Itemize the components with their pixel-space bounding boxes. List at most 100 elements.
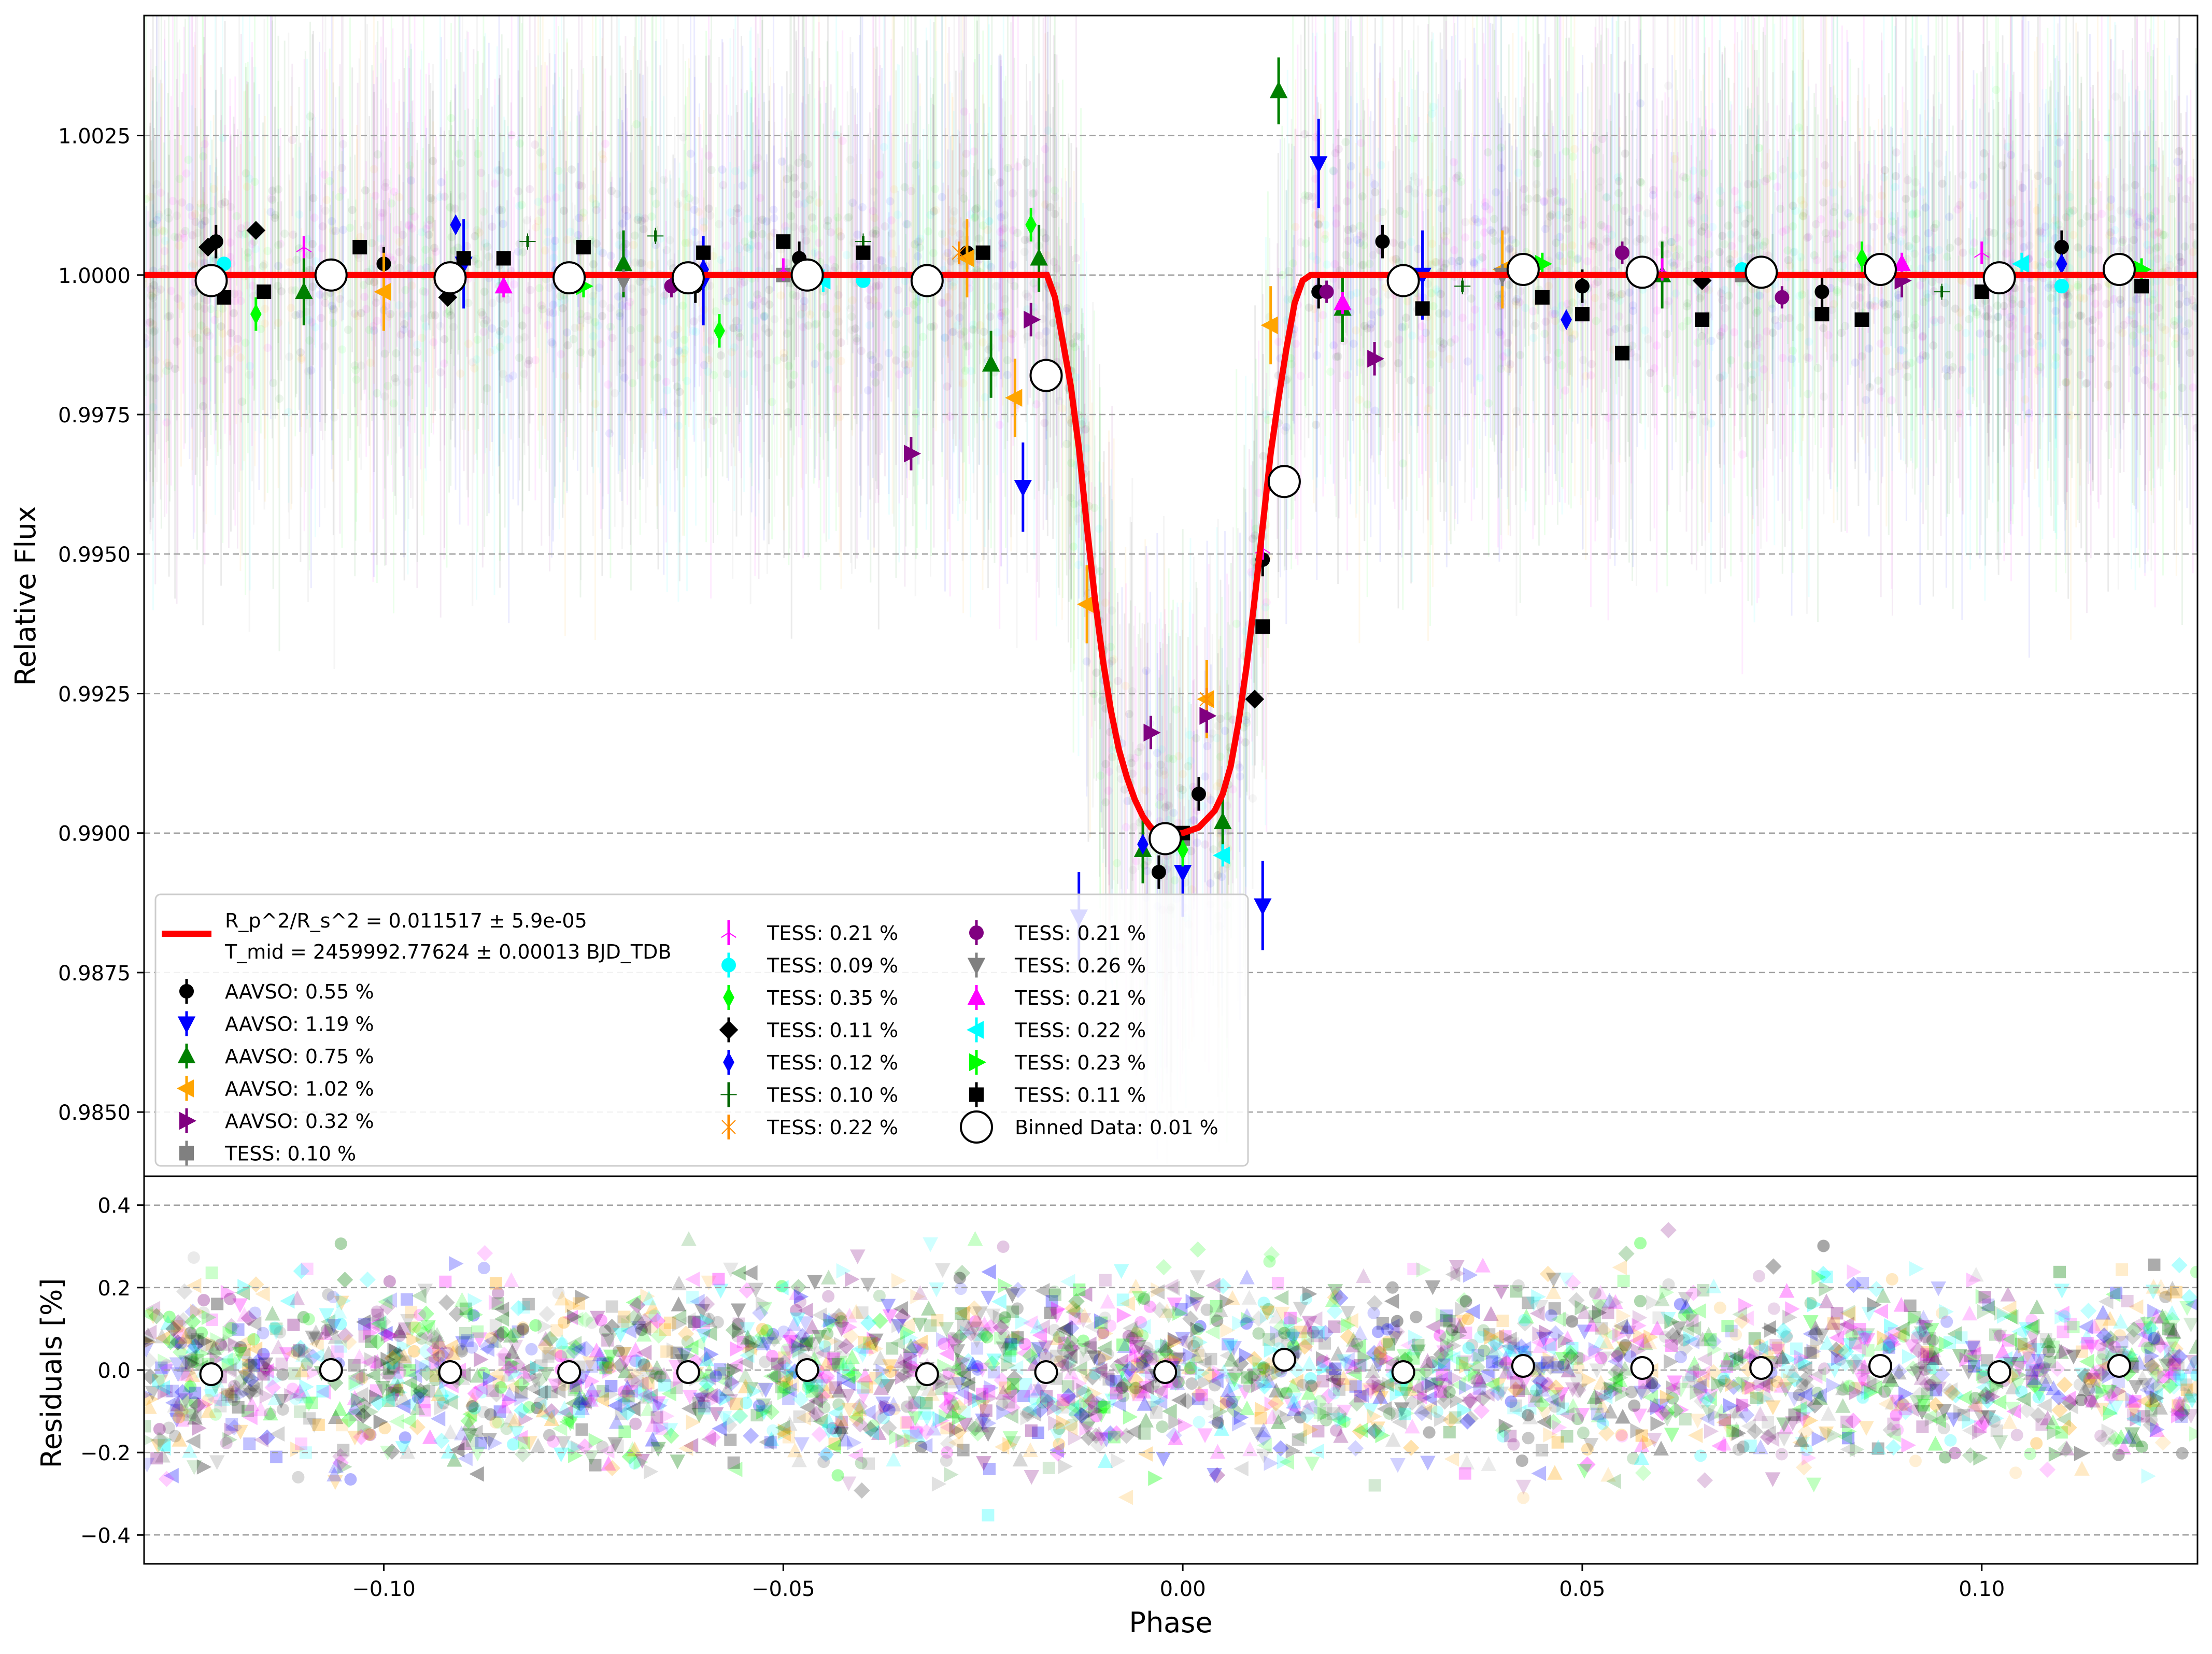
background-point bbox=[858, 203, 867, 212]
background-point bbox=[987, 167, 996, 176]
background-point bbox=[799, 153, 807, 162]
background-point bbox=[784, 408, 792, 417]
background-point bbox=[407, 207, 416, 216]
background-point bbox=[1776, 204, 1785, 213]
background-point bbox=[2111, 364, 2120, 373]
background-point bbox=[2086, 348, 2094, 357]
background-point bbox=[1274, 337, 1283, 346]
background-point bbox=[800, 296, 809, 305]
background-point bbox=[525, 356, 534, 365]
background-point bbox=[472, 355, 481, 364]
background-point bbox=[526, 286, 535, 294]
background-point bbox=[361, 186, 370, 195]
background-point bbox=[1687, 216, 1696, 225]
background-point bbox=[1929, 341, 1938, 350]
background-point bbox=[1670, 154, 1679, 163]
background-point bbox=[257, 325, 265, 334]
background-point bbox=[296, 348, 305, 357]
background-point bbox=[1587, 240, 1596, 249]
background-point bbox=[980, 209, 989, 218]
background-point bbox=[445, 307, 453, 316]
background-point bbox=[369, 322, 378, 331]
background-point bbox=[1545, 212, 1554, 221]
background-point bbox=[1798, 290, 1807, 299]
background-point bbox=[1357, 261, 1366, 269]
background-point bbox=[653, 373, 662, 382]
background-point bbox=[1857, 283, 1866, 292]
background-point bbox=[2128, 208, 2137, 217]
background-point bbox=[287, 304, 295, 312]
background-point bbox=[747, 301, 756, 309]
background-point bbox=[475, 228, 484, 237]
background-point bbox=[335, 192, 344, 201]
background-point bbox=[2127, 310, 2136, 319]
background-point bbox=[2044, 177, 2053, 186]
background-point bbox=[191, 210, 200, 219]
background-point bbox=[2097, 209, 2106, 218]
background-point bbox=[464, 339, 473, 348]
background-point bbox=[1993, 301, 2002, 310]
background-point bbox=[637, 358, 646, 366]
background-point bbox=[1312, 420, 1321, 429]
background-point bbox=[1664, 81, 1673, 90]
background-point bbox=[2158, 323, 2166, 332]
background-point bbox=[1153, 749, 1161, 758]
background-point bbox=[1451, 335, 1459, 344]
background-point bbox=[1121, 681, 1130, 690]
background-point bbox=[1790, 247, 1799, 256]
background-point bbox=[1761, 177, 1769, 186]
background-point bbox=[1880, 301, 1889, 309]
background-point bbox=[305, 250, 314, 259]
background-point bbox=[810, 224, 818, 233]
background-point bbox=[1127, 759, 1136, 767]
background-point bbox=[1429, 302, 1438, 311]
background-point bbox=[1249, 794, 1257, 803]
background-point bbox=[1610, 325, 1619, 334]
background-point bbox=[2181, 195, 2190, 204]
background-point bbox=[866, 351, 875, 360]
background-point bbox=[1901, 325, 1910, 334]
background-point bbox=[608, 334, 617, 343]
background-point bbox=[1304, 192, 1313, 201]
background-point bbox=[1625, 288, 1634, 297]
background-point bbox=[1516, 351, 1525, 360]
background-point bbox=[1449, 158, 1458, 166]
background-point bbox=[1715, 187, 1724, 195]
background-point bbox=[1743, 361, 1752, 370]
background-point bbox=[727, 287, 736, 295]
background-point bbox=[1682, 302, 1691, 311]
background-point bbox=[673, 399, 682, 408]
background-point bbox=[718, 165, 727, 174]
background-point bbox=[1463, 357, 1472, 366]
background-point bbox=[1223, 801, 1231, 810]
background-point bbox=[1377, 161, 1386, 169]
background-point bbox=[1928, 253, 1937, 262]
background-point bbox=[606, 304, 615, 312]
background-point bbox=[1911, 313, 1920, 322]
background-point bbox=[723, 369, 732, 378]
background-point bbox=[770, 213, 778, 222]
background-point bbox=[165, 311, 174, 320]
background-point bbox=[1651, 212, 1660, 221]
background-point bbox=[1846, 212, 1855, 221]
background-point bbox=[1720, 371, 1728, 380]
background-point bbox=[2121, 183, 2130, 192]
background-point bbox=[784, 362, 793, 370]
background-point bbox=[1671, 289, 1680, 298]
background-point bbox=[2192, 240, 2197, 249]
background-point bbox=[233, 334, 242, 343]
background-point bbox=[1811, 220, 1820, 229]
background-point bbox=[526, 185, 534, 194]
background-point bbox=[1503, 338, 1512, 347]
background-point bbox=[1579, 355, 1587, 364]
background-point bbox=[1938, 179, 1947, 188]
background-point bbox=[2059, 321, 2068, 330]
background-point bbox=[1784, 256, 1793, 265]
background-point bbox=[198, 204, 207, 212]
background-point bbox=[1697, 227, 1706, 236]
background-point bbox=[1540, 196, 1549, 205]
background-point bbox=[2067, 320, 2076, 329]
background-point bbox=[846, 304, 855, 313]
background-point bbox=[1821, 161, 1830, 169]
background-point bbox=[558, 304, 567, 313]
